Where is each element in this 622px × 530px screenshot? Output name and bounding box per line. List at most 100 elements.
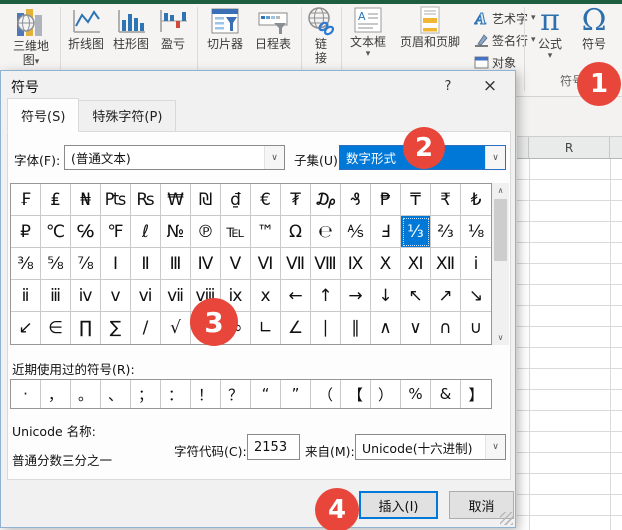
symbol-cell[interactable]: ∪ bbox=[461, 312, 491, 344]
symbol-cell[interactable]: ： bbox=[161, 380, 191, 408]
symbol-cell[interactable]: · bbox=[11, 380, 41, 408]
symbol-cell[interactable]: ₦ bbox=[71, 184, 101, 216]
symbol-cell[interactable]: √ bbox=[161, 312, 191, 344]
symbol-cell[interactable]: ） bbox=[371, 380, 401, 408]
insert-button[interactable]: 插入(I) bbox=[359, 491, 438, 519]
symbol-cell[interactable]: ℅ bbox=[71, 216, 101, 248]
symbol-cell[interactable]: ℮ bbox=[311, 216, 341, 248]
symbol-cell[interactable]: ↖ bbox=[401, 280, 431, 312]
symbol-cell[interactable]: ← bbox=[281, 280, 311, 312]
symbol-cell[interactable]: ↙ bbox=[11, 312, 41, 344]
symbol-cell[interactable]: % bbox=[401, 380, 431, 408]
symbol-cell[interactable]: ₧ bbox=[101, 184, 131, 216]
ribbon-button-3d-map[interactable]: 三维地图▾ bbox=[4, 6, 58, 68]
ribbon-button-slicer[interactable]: 切片器 bbox=[201, 6, 249, 51]
ribbon-button-link[interactable]: 链接 bbox=[303, 6, 339, 66]
symbol-cell[interactable]: 【 bbox=[341, 380, 371, 408]
symbol-cell[interactable]: ₫ bbox=[221, 184, 251, 216]
ribbon-button-win-loss[interactable]: 盈亏 bbox=[152, 6, 194, 51]
sheet-cells[interactable] bbox=[517, 159, 622, 530]
symbol-cell[interactable]: → bbox=[341, 280, 371, 312]
symbol-cell[interactable]: ； bbox=[131, 380, 161, 408]
symbol-cell[interactable]: ₯ bbox=[311, 184, 341, 216]
symbol-cell[interactable]: ₪ bbox=[191, 184, 221, 216]
symbol-cell[interactable]: ？ bbox=[221, 380, 251, 408]
symbol-cell[interactable]: ∣ bbox=[311, 312, 341, 344]
symbol-cell[interactable]: ” bbox=[281, 380, 311, 408]
symbol-cell[interactable]: ₩ bbox=[161, 184, 191, 216]
symbol-cell[interactable]: ↓ bbox=[371, 280, 401, 312]
symbol-cell[interactable]: ℡ bbox=[221, 216, 251, 248]
symbol-cell[interactable]: ₱ bbox=[371, 184, 401, 216]
symbol-cell[interactable]: ⅵ bbox=[131, 280, 161, 312]
symbol-cell[interactable]: Ⅸ bbox=[341, 248, 371, 280]
symbol-cell[interactable]: Ⅹ bbox=[371, 248, 401, 280]
symbol-cell[interactable]: ∠ bbox=[281, 312, 311, 344]
symbol-cell[interactable]: ⅍ bbox=[341, 216, 371, 248]
symbol-cell[interactable]: ⅲ bbox=[41, 280, 71, 312]
symbol-cell[interactable]: ⅞ bbox=[71, 248, 101, 280]
symbol-cell[interactable]: 、 bbox=[101, 380, 131, 408]
symbol-cell[interactable]: ₨ bbox=[131, 184, 161, 216]
ribbon-button-column-sparkline[interactable]: 柱形图 bbox=[108, 6, 154, 51]
symbol-cell[interactable]: ₺ bbox=[461, 184, 491, 216]
chevron-down-icon[interactable]: ∨ bbox=[485, 146, 505, 169]
symbol-cell[interactable]: ₣ bbox=[11, 184, 41, 216]
column-header-partial[interactable] bbox=[517, 137, 529, 158]
symbol-cell[interactable]: ℃ bbox=[41, 216, 71, 248]
symbol-cell[interactable]: Ⅴ bbox=[221, 248, 251, 280]
symbol-cell[interactable]: Ⅲ bbox=[161, 248, 191, 280]
symbol-cell[interactable]: ⅱ bbox=[11, 280, 41, 312]
symbol-grid-scrollbar[interactable]: ∧ ∨ bbox=[492, 183, 509, 345]
symbol-cell[interactable]: Ⅳ bbox=[191, 248, 221, 280]
symbol-cell[interactable]: ₽ bbox=[11, 216, 41, 248]
symbol-cell[interactable]: ⅛ bbox=[461, 216, 491, 248]
ribbon-button-object[interactable]: 对象 bbox=[474, 54, 516, 71]
symbol-cell[interactable]: 】 bbox=[461, 380, 491, 408]
tab-special-characters[interactable]: 特殊字符(P) bbox=[78, 100, 176, 132]
symbol-cell[interactable]: ⅜ bbox=[11, 248, 41, 280]
symbol-cell[interactable]: ∥ bbox=[341, 312, 371, 344]
symbol-cell[interactable]: Ⅶ bbox=[281, 248, 311, 280]
chevron-down-icon[interactable]: ∨ bbox=[264, 146, 284, 169]
symbol-cell[interactable]: ⅓ bbox=[401, 216, 431, 248]
resize-grip[interactable] bbox=[500, 512, 513, 525]
symbol-cell[interactable]: Ⅵ bbox=[251, 248, 281, 280]
symbol-cell[interactable]: （ bbox=[311, 380, 341, 408]
symbol-cell[interactable]: ∨ bbox=[401, 312, 431, 344]
symbol-cell[interactable]: ⅴ bbox=[101, 280, 131, 312]
symbol-cell[interactable]: ∟ bbox=[251, 312, 281, 344]
symbol-cell[interactable]: / bbox=[131, 312, 161, 344]
ribbon-button-equation[interactable]: π 公式 ▾ bbox=[530, 6, 570, 61]
symbol-cell[interactable]: ∧ bbox=[371, 312, 401, 344]
help-button[interactable]: ? bbox=[429, 71, 467, 101]
symbol-cell[interactable]: ， bbox=[41, 380, 71, 408]
column-header-r[interactable]: R bbox=[529, 137, 610, 158]
tab-symbols[interactable]: 符号(S) bbox=[7, 98, 79, 132]
ribbon-button-symbol[interactable]: Ω 符号 bbox=[572, 6, 616, 51]
symbol-cell[interactable]: ₮ bbox=[281, 184, 311, 216]
symbol-cell[interactable]: ↑ bbox=[311, 280, 341, 312]
symbol-cell[interactable]: ⅳ bbox=[71, 280, 101, 312]
ribbon-button-timeline[interactable]: 日程表 bbox=[249, 6, 297, 51]
ribbon-button-wordart[interactable]: A 艺术字 ▾ bbox=[474, 10, 536, 27]
symbol-cell[interactable]: Ⅱ bbox=[131, 248, 161, 280]
symbol-cell[interactable]: ₤ bbox=[41, 184, 71, 216]
font-select[interactable]: (普通文本) ∨ bbox=[64, 145, 285, 170]
ribbon-button-line-sparkline[interactable]: 折线图 bbox=[63, 6, 109, 51]
symbol-cell[interactable]: Ⅎ bbox=[371, 216, 401, 248]
symbol-cell[interactable]: ⅝ bbox=[41, 248, 71, 280]
symbol-cell[interactable]: ⅔ bbox=[431, 216, 461, 248]
symbol-cell[interactable]: ∩ bbox=[431, 312, 461, 344]
scroll-up-icon[interactable]: ∧ bbox=[492, 183, 509, 198]
symbol-cell[interactable]: Ⅰ bbox=[101, 248, 131, 280]
symbol-cell[interactable]: ₰ bbox=[341, 184, 371, 216]
symbol-cell[interactable]: ⅰ bbox=[461, 248, 491, 280]
symbol-cell[interactable]: ↘ bbox=[461, 280, 491, 312]
symbol-cell[interactable]: & bbox=[431, 380, 461, 408]
symbol-cell[interactable]: ₸ bbox=[401, 184, 431, 216]
symbol-cell[interactable]: № bbox=[161, 216, 191, 248]
column-header-next[interactable] bbox=[610, 137, 622, 158]
symbol-cell[interactable]: ™ bbox=[251, 216, 281, 248]
scrollbar-thumb[interactable] bbox=[494, 199, 507, 261]
